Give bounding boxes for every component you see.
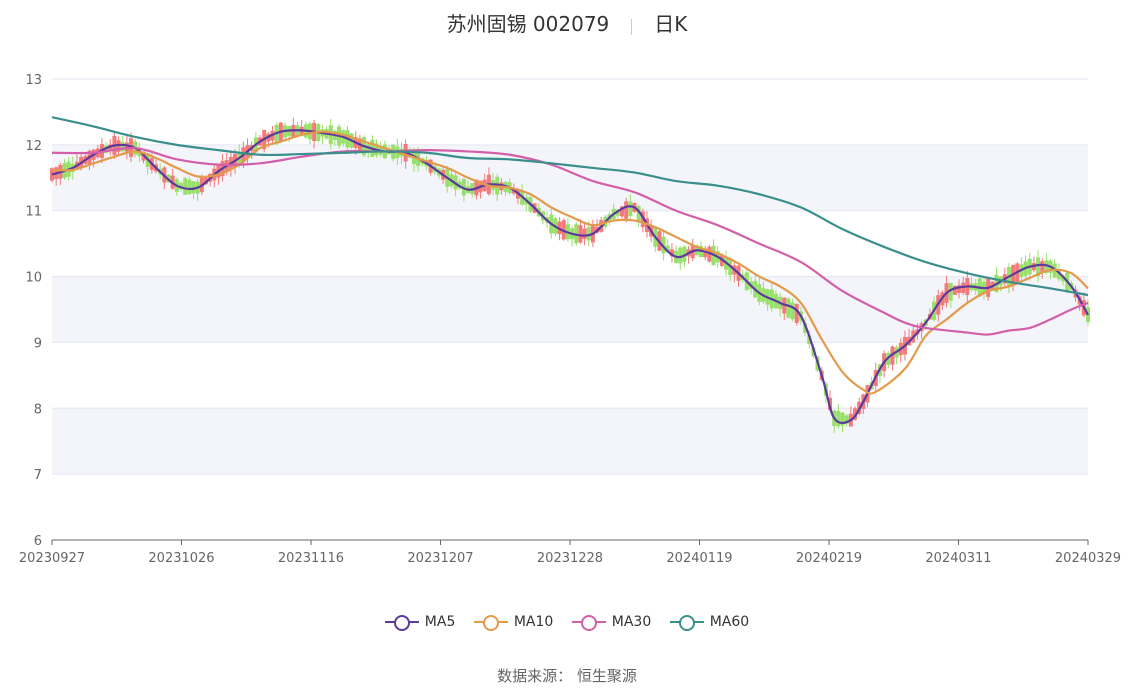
candle-body [191, 181, 196, 194]
candle-body [582, 228, 587, 239]
candle-body [786, 298, 791, 318]
x-tick-label: 20231207 [407, 551, 473, 566]
y-tick-label: 11 [25, 205, 42, 220]
candle-body [578, 225, 583, 243]
x-tick-label: 20240219 [796, 551, 862, 566]
ma30-legend-icon [571, 615, 606, 631]
legend-ma10[interactable]: MA10 [473, 614, 554, 631]
candle-body [187, 179, 192, 195]
y-tick-label: 6 [34, 534, 42, 549]
y-tick-label: 10 [25, 271, 42, 286]
kline-chart: 6 7 8 9 10 11 12 13 20230927 20231026 20231116 2023… [19, 73, 1121, 566]
x-tick-label: 20240311 [925, 551, 991, 566]
grid-band [52, 408, 1088, 475]
candle-body [836, 411, 841, 427]
legend-ma30[interactable]: MA30 [571, 614, 652, 631]
data-source: 数据来源： 恒生聚源 [497, 667, 637, 685]
candle-body [1040, 261, 1045, 273]
x-tick-label: 20240119 [666, 551, 732, 566]
y-tick-label: 8 [34, 402, 42, 417]
legend-ma5[interactable]: MA5 [384, 614, 456, 631]
legend-ma10-label: MA10 [513, 614, 554, 630]
y-tick-label: 7 [34, 468, 42, 483]
candle-body [624, 201, 629, 219]
legend-ma30-label: MA30 [611, 614, 652, 630]
y-tick-label: 12 [25, 139, 42, 154]
y-tick-label: 13 [25, 73, 42, 88]
ma10-legend-icon [473, 615, 508, 631]
candle-body [790, 302, 795, 320]
ma60-legend-icon [669, 615, 704, 631]
y-tick-label: 9 [34, 336, 42, 351]
grid-band [52, 144, 1088, 211]
x-tick-label: 20230927 [19, 551, 85, 566]
legend-ma5-label: MA5 [424, 614, 456, 630]
legend-ma60-label: MA60 [709, 614, 750, 630]
x-tick-label: 20231228 [537, 551, 603, 566]
legend-ma60[interactable]: MA60 [669, 614, 750, 631]
x-tick-label: 20231116 [278, 551, 344, 566]
x-tick-label: 20240329 [1055, 551, 1121, 566]
candle-body [183, 178, 188, 195]
ma5-legend-icon [384, 615, 419, 631]
chart-legend: MA5 MA10 MA30 MA60 [0, 614, 1134, 633]
candle-body [628, 201, 633, 216]
x-tick-label: 20231026 [148, 551, 214, 566]
